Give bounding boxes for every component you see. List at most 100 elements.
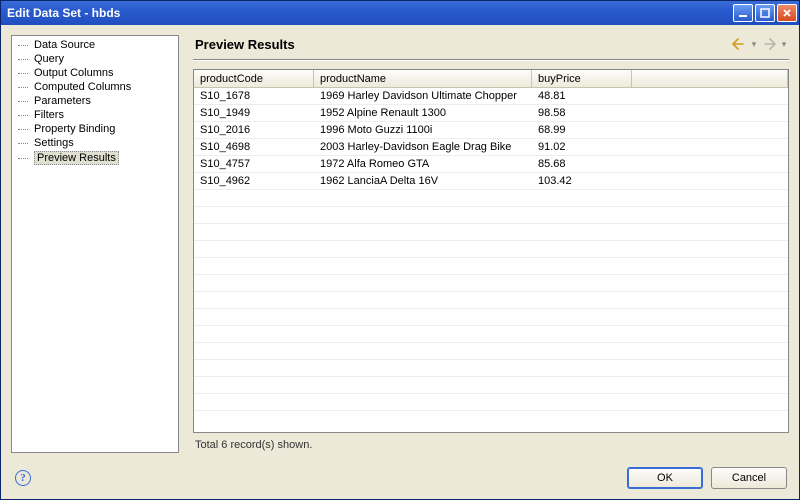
table-cell	[194, 292, 314, 309]
sidebar-item[interactable]: Query	[12, 52, 178, 66]
table-cell	[532, 258, 632, 275]
table-cell	[532, 343, 632, 360]
table-row	[194, 292, 788, 309]
maximize-button[interactable]	[755, 4, 775, 22]
nav-back-button[interactable]	[729, 35, 749, 53]
table-row[interactable]: S10_20161996 Moto Guzzi 1100i68.99	[194, 122, 788, 139]
table-cell	[194, 343, 314, 360]
table-cell: 98.58	[532, 105, 632, 122]
sidebar-item[interactable]: Filters	[12, 108, 178, 122]
table-cell	[314, 190, 532, 207]
sidebar-item[interactable]: Data Source	[12, 38, 178, 52]
sidebar-item[interactable]: Property Binding	[12, 122, 178, 136]
table-cell	[632, 156, 788, 173]
table-cell	[194, 275, 314, 292]
table-cell: 68.99	[532, 122, 632, 139]
table-cell	[314, 326, 532, 343]
table-cell	[532, 275, 632, 292]
sidebar-item[interactable]: Settings	[12, 136, 178, 150]
sidebar-item[interactable]: Computed Columns	[12, 80, 178, 94]
table-cell	[632, 343, 788, 360]
table-cell: 1972 Alfa Romeo GTA	[314, 156, 532, 173]
nav-forward-button[interactable]	[759, 35, 779, 53]
table-row	[194, 275, 788, 292]
table-row	[194, 343, 788, 360]
results-table[interactable]: productCodeproductNamebuyPrice S10_16781…	[193, 69, 789, 433]
table-header-row: productCodeproductNamebuyPrice	[194, 70, 788, 88]
sidebar-item-label: Filters	[34, 109, 64, 121]
window-title: Edit Data Set - hbds	[7, 6, 733, 20]
nav-forward-menu[interactable]: ▾	[781, 39, 787, 50]
table-cell	[632, 139, 788, 156]
table-cell	[532, 377, 632, 394]
table-row	[194, 326, 788, 343]
help-icon[interactable]: ?	[15, 470, 31, 486]
client-area: Data SourceQueryOutput Columns Computed C…	[1, 25, 799, 499]
sidebar-item[interactable]: Preview Results	[12, 150, 178, 166]
sidebar-item-label: Computed Columns	[34, 81, 131, 93]
table-cell	[314, 343, 532, 360]
table-cell	[194, 394, 314, 411]
table-row	[194, 377, 788, 394]
table-cell	[632, 258, 788, 275]
table-cell	[632, 207, 788, 224]
column-header[interactable]: productName	[314, 70, 532, 88]
table-row[interactable]: S10_16781969 Harley Davidson Ultimate Ch…	[194, 88, 788, 105]
table-cell	[314, 394, 532, 411]
table-cell	[194, 360, 314, 377]
table-row[interactable]: S10_49621962 LanciaA Delta 16V103.42	[194, 173, 788, 190]
dialog-window: Edit Data Set - hbds Data SourceQueryOut…	[0, 0, 800, 500]
table-cell	[532, 190, 632, 207]
table-cell: S10_2016	[194, 122, 314, 139]
table-cell	[194, 326, 314, 343]
minimize-button[interactable]	[733, 4, 753, 22]
table-row[interactable]: S10_46982003 Harley-Davidson Eagle Drag …	[194, 139, 788, 156]
table-cell	[632, 122, 788, 139]
status-text: Total 6 record(s) shown.	[193, 433, 789, 453]
table-cell: 48.81	[532, 88, 632, 105]
table-cell	[314, 224, 532, 241]
table-cell: 1996 Moto Guzzi 1100i	[314, 122, 532, 139]
table-cell: 91.02	[532, 139, 632, 156]
close-button[interactable]	[777, 4, 797, 22]
table-cell	[314, 309, 532, 326]
table-cell	[532, 292, 632, 309]
table-cell	[532, 207, 632, 224]
table-cell	[632, 292, 788, 309]
dialog-buttons: OK Cancel	[627, 467, 787, 489]
table-row[interactable]: S10_19491952 Alpine Renault 130098.58	[194, 105, 788, 122]
table-row	[194, 394, 788, 411]
table-cell	[194, 190, 314, 207]
titlebar: Edit Data Set - hbds	[1, 1, 799, 25]
table-row	[194, 241, 788, 258]
sidebar-tree[interactable]: Data SourceQueryOutput Columns Computed C…	[11, 35, 179, 453]
table-row	[194, 309, 788, 326]
table-cell	[632, 275, 788, 292]
column-header[interactable]	[632, 70, 788, 88]
table-cell: 103.42	[532, 173, 632, 190]
nav-arrows: ▾ ▾	[729, 35, 787, 53]
sidebar-item-label: Output Columns	[34, 67, 113, 79]
nav-back-menu[interactable]: ▾	[751, 39, 757, 50]
table-row	[194, 360, 788, 377]
sidebar-item[interactable]: Output Columns	[12, 66, 178, 80]
table-cell	[532, 309, 632, 326]
table-cell: 85.68	[532, 156, 632, 173]
ok-button[interactable]: OK	[627, 467, 703, 489]
table-cell	[632, 309, 788, 326]
column-header[interactable]: productCode	[194, 70, 314, 88]
table-cell	[632, 377, 788, 394]
table-cell	[314, 241, 532, 258]
cancel-button[interactable]: Cancel	[711, 467, 787, 489]
table-cell: S10_1678	[194, 88, 314, 105]
sidebar-item[interactable]: Parameters	[12, 94, 178, 108]
table-cell	[632, 394, 788, 411]
table-cell	[194, 309, 314, 326]
table-row[interactable]: S10_47571972 Alfa Romeo GTA85.68	[194, 156, 788, 173]
sidebar-item-label: Preview Results	[34, 151, 119, 165]
table-cell	[632, 173, 788, 190]
column-header[interactable]: buyPrice	[532, 70, 632, 88]
table-row	[194, 224, 788, 241]
table-cell	[632, 105, 788, 122]
table-cell	[194, 241, 314, 258]
